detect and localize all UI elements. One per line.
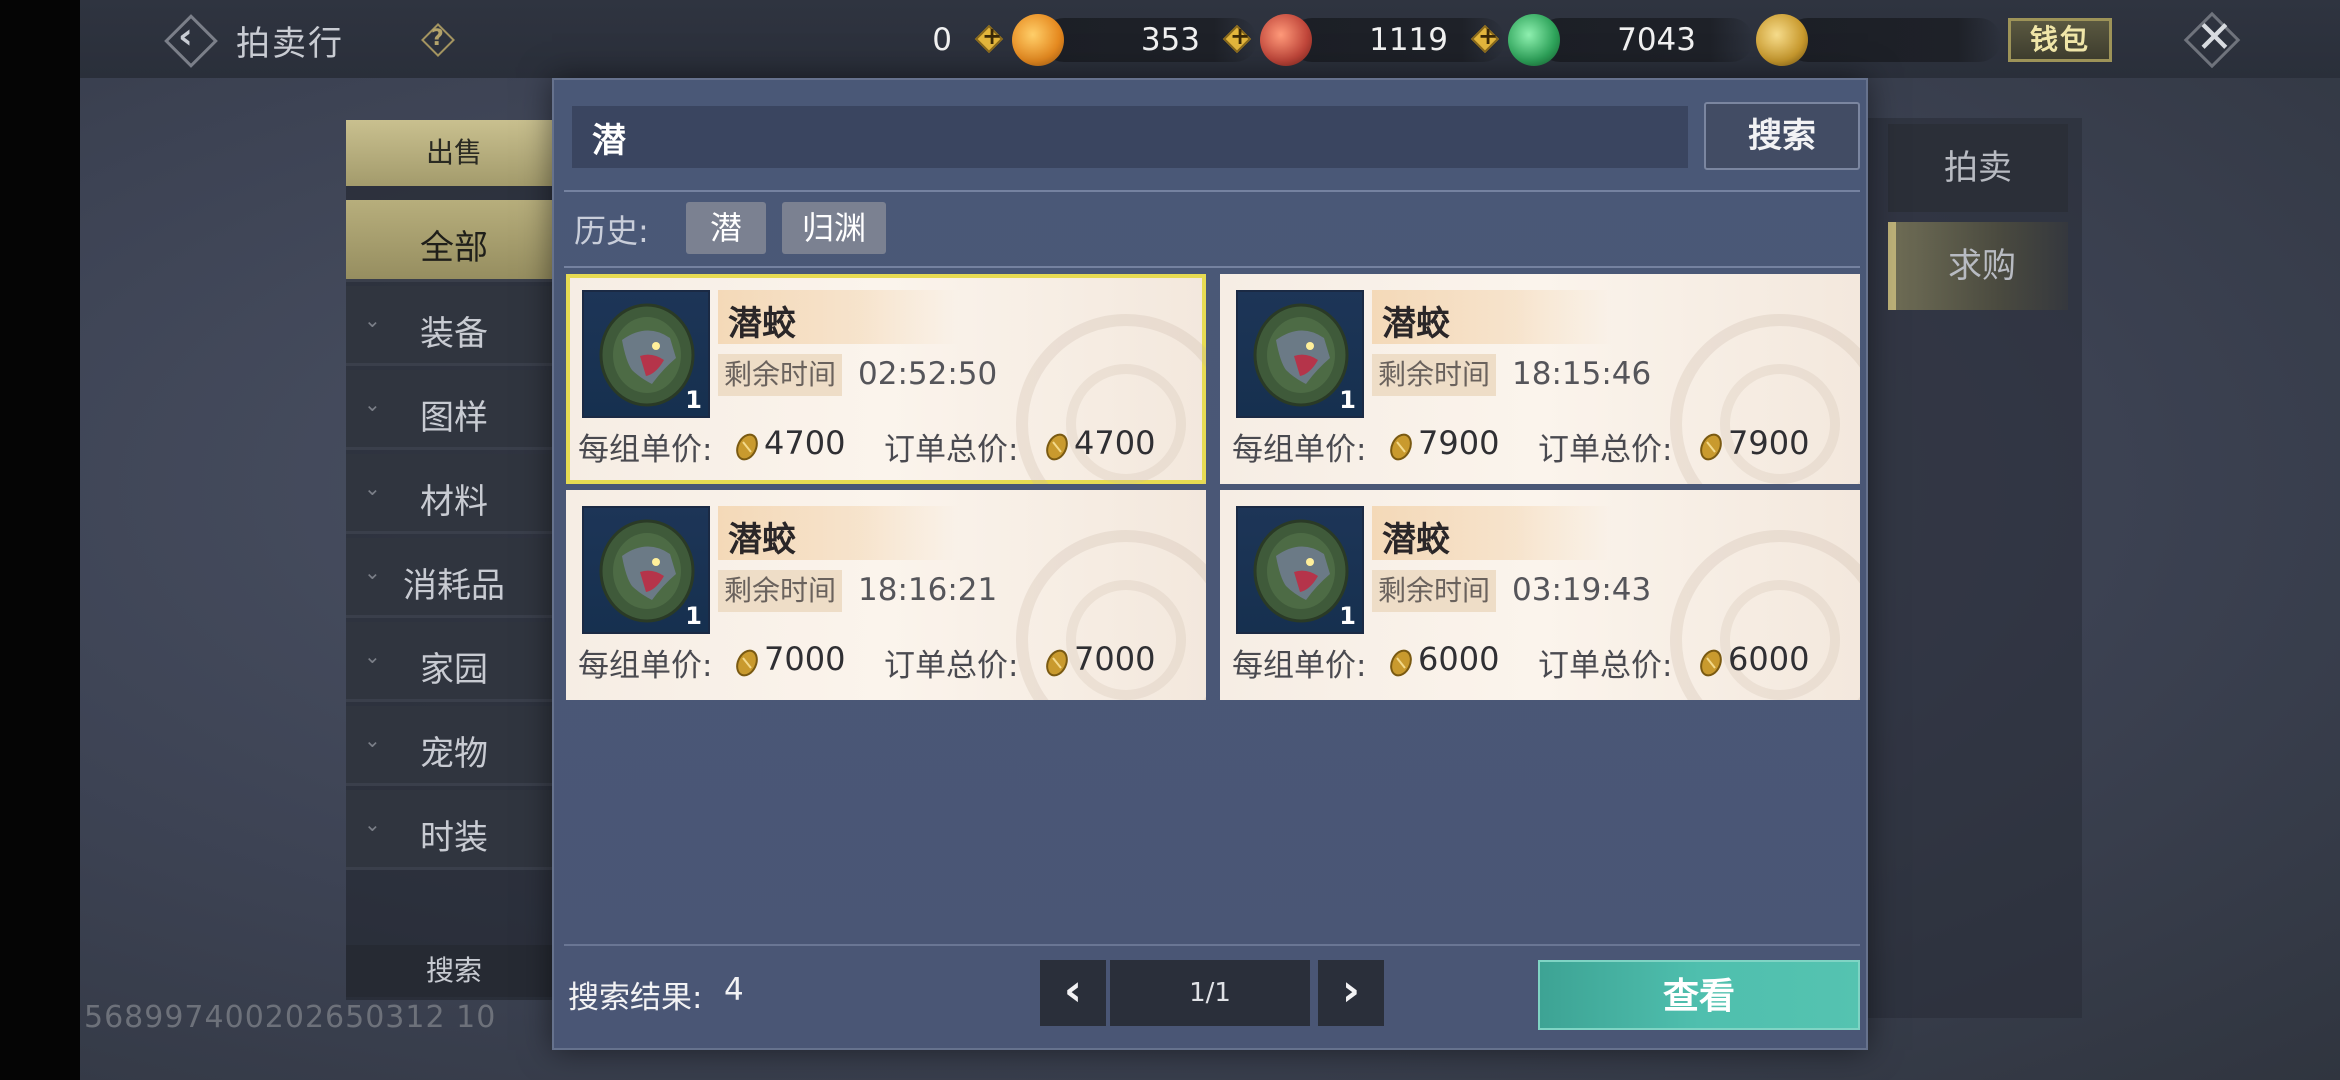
divider <box>564 190 1860 192</box>
golden-seed-coin-icon <box>736 433 758 461</box>
divider <box>564 944 1860 946</box>
tab-auction[interactable]: 拍卖 <box>1888 124 2068 212</box>
item-quantity: 1 <box>1339 602 1356 630</box>
category-consumables[interactable]: ⌄ 消耗品 <box>346 538 562 618</box>
search-popup: 搜索 历史: 潜 归渊 1 潜蛟 剩余时间 02:52:50 每组 <box>552 78 1868 1050</box>
total-price: 4700 <box>1074 424 1156 462</box>
category-pets[interactable]: ⌄ 宠物 <box>346 706 562 786</box>
tab-buy-request[interactable]: 求购 <box>1888 222 2068 310</box>
total-price: 6000 <box>1728 640 1810 678</box>
item-thumbnail: 1 <box>582 506 710 634</box>
item-thumbnail: 1 <box>582 290 710 418</box>
search-result-count: 4 <box>724 972 744 1008</box>
chevron-left-icon: ‹ <box>1063 965 1083 1016</box>
unit-price-label: 每组单价: <box>1232 432 1367 468</box>
category-home[interactable]: ⌄ 家园 <box>346 622 562 702</box>
total-price-label: 订单总价: <box>884 648 1019 684</box>
item-thumbnail: 1 <box>1236 506 1364 634</box>
total-price: 7000 <box>1074 640 1156 678</box>
result-card[interactable]: 1 潜蛟 剩余时间 18:15:46 每组单价: 7900 订单总价: 7900 <box>1220 274 1860 484</box>
category-all[interactable]: 全部 <box>346 200 562 282</box>
add-currency-button[interactable]: + <box>1222 22 1252 54</box>
unit-price: 7900 <box>1418 424 1500 462</box>
item-name: 潜蛟 <box>728 304 796 344</box>
remaining-time-label: 剩余时间 <box>1372 354 1497 396</box>
remaining-time: 03:19:43 <box>1512 572 1652 608</box>
user-id: 568997400202650312 10 <box>84 1000 497 1035</box>
golden-seed-coin-icon <box>1700 649 1722 677</box>
category-fashion[interactable]: ⌄ 时装 <box>346 790 562 870</box>
back-button[interactable]: ‹ <box>160 10 220 70</box>
currency-amount: 353 <box>1140 22 1200 58</box>
remaining-time: 02:52:50 <box>858 356 998 392</box>
item-name: 潜蛟 <box>728 520 796 560</box>
remaining-time-label: 剩余时间 <box>718 354 843 396</box>
unit-price: 6000 <box>1418 640 1500 678</box>
golden-seed-coin-icon <box>736 649 758 677</box>
prev-page-button[interactable]: ‹ <box>1040 960 1106 1026</box>
page-title: 拍卖行 <box>236 24 344 64</box>
golden-seed-coin-icon <box>1046 433 1068 461</box>
unit-price-label: 每组单价: <box>1232 648 1367 684</box>
golden-seed-coin-icon <box>1046 649 1068 677</box>
left-letterbox <box>0 0 80 1080</box>
chevron-right-icon: › <box>1341 965 1361 1016</box>
category-patterns[interactable]: ⌄ 图样 <box>346 370 562 450</box>
item-quantity: 1 <box>685 386 702 414</box>
total-price: 7900 <box>1728 424 1810 462</box>
page-indicator: 1/1 <box>1110 960 1310 1026</box>
gold-ingot-icon <box>1012 14 1064 66</box>
wallet-button[interactable]: 钱包 <box>2008 18 2112 62</box>
close-button[interactable]: ✕ <box>2180 8 2244 72</box>
unit-price: 4700 <box>764 424 846 462</box>
result-card[interactable]: 1 潜蛟 剩余时间 18:16:21 每组单价: 7000 订单总价: 7000 <box>566 490 1206 700</box>
golden-seed-coin-icon <box>1756 14 1808 66</box>
add-currency-button[interactable]: + <box>1470 22 1500 54</box>
result-card[interactable]: 1 潜蛟 剩余时间 03:19:43 每组单价: 6000 订单总价: 6000 <box>1220 490 1860 700</box>
search-input[interactable] <box>572 106 1688 168</box>
total-price-label: 订单总价: <box>1538 648 1673 684</box>
golden-seed-coin-icon <box>1700 433 1722 461</box>
item-thumbnail: 1 <box>1236 290 1364 418</box>
jade-coin-icon <box>1508 14 1560 66</box>
item-name: 潜蛟 <box>1382 304 1450 344</box>
search-button[interactable]: 搜索 <box>1704 102 1860 170</box>
category-equipment[interactable]: ⌄ 装备 <box>346 286 562 366</box>
currency-amount: 7043 <box>1617 22 1696 58</box>
search-result-label: 搜索结果: <box>568 980 703 1016</box>
history-chip[interactable]: 归渊 <box>782 202 886 254</box>
unit-price-label: 每组单价: <box>578 648 713 684</box>
auction-house-screen: ‹ 拍卖行 ? 0 + 353 + 1119 + 7043 钱包 ✕ 出售 全部… <box>0 0 2340 1080</box>
currency-amount: 1119 <box>1369 22 1448 58</box>
item-quantity: 1 <box>685 602 702 630</box>
currency-amount: 0 <box>932 22 952 58</box>
history-label: 历史: <box>574 212 649 250</box>
result-card[interactable]: 1 潜蛟 剩余时间 02:52:50 每组单价: 4700 订单总价: 4700 <box>566 274 1206 484</box>
item-name: 潜蛟 <box>1382 520 1450 560</box>
golden-seed-coin-icon <box>1390 649 1412 677</box>
remaining-time-label: 剩余时间 <box>1372 570 1497 612</box>
category-materials[interactable]: ⌄ 材料 <box>346 454 562 534</box>
divider <box>564 266 1860 268</box>
tab-sell[interactable]: 出售 <box>346 120 562 186</box>
remaining-time-label: 剩余时间 <box>718 570 843 612</box>
remaining-time: 18:15:46 <box>1512 356 1652 392</box>
add-currency-button[interactable]: + <box>974 22 1004 54</box>
total-price-label: 订单总价: <box>1538 432 1673 468</box>
unit-price-label: 每组单价: <box>578 432 713 468</box>
golden-seed-coin-icon <box>1390 433 1412 461</box>
total-price-label: 订单总价: <box>884 432 1019 468</box>
category-search-button[interactable]: 搜索 <box>346 945 562 997</box>
item-quantity: 1 <box>1339 386 1356 414</box>
history-chip[interactable]: 潜 <box>686 202 766 254</box>
next-page-button[interactable]: › <box>1318 960 1384 1026</box>
unit-price: 7000 <box>764 640 846 678</box>
help-question-icon[interactable]: ? <box>420 22 456 58</box>
remaining-time: 18:16:21 <box>858 572 998 608</box>
red-swirl-coin-icon <box>1260 14 1312 66</box>
view-button[interactable]: 查看 <box>1538 960 1860 1030</box>
